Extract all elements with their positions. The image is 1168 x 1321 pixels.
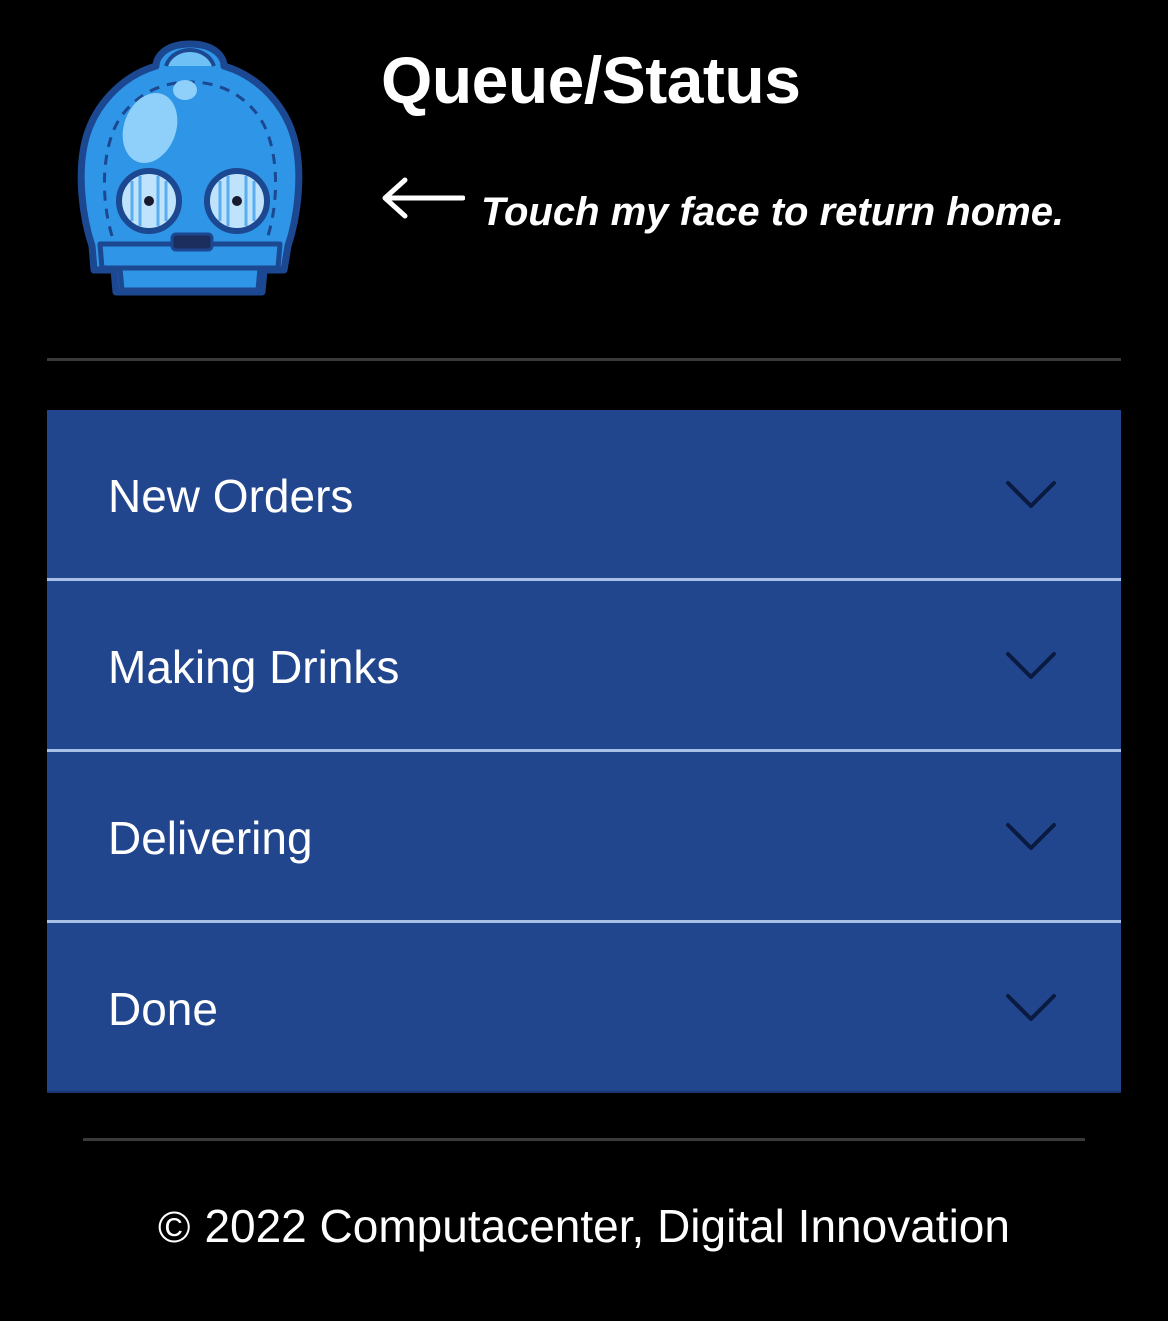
section-making-drinks[interactable]: Making Drinks xyxy=(47,581,1121,752)
home-hint: Touch my face to return home. xyxy=(381,170,1141,234)
chevron-down-icon[interactable] xyxy=(1005,478,1057,512)
home-button[interactable] xyxy=(72,36,308,302)
queue-accordion: New Orders Making Drinks Delivering Done xyxy=(47,410,1121,1093)
chevron-down-icon[interactable] xyxy=(1005,649,1057,683)
section-done[interactable]: Done xyxy=(47,923,1121,1093)
section-label: Making Drinks xyxy=(108,641,400,693)
copyright-symbol: © xyxy=(158,1203,191,1252)
page-header: Queue/Status Touch my face to return hom… xyxy=(0,0,1168,360)
robot-face-icon[interactable] xyxy=(72,36,308,302)
footer-text: 2022 Computacenter, Digital Innovation xyxy=(204,1200,1010,1252)
footer: © 2022 Computacenter, Digital Innovation xyxy=(0,1196,1168,1258)
chevron-down-icon[interactable] xyxy=(1005,991,1057,1025)
page-title: Queue/Status xyxy=(381,43,801,117)
left-arrow-icon xyxy=(382,177,465,219)
section-label: Delivering xyxy=(108,812,313,864)
section-delivering[interactable]: Delivering xyxy=(47,752,1121,923)
header-divider xyxy=(47,358,1121,361)
chevron-down-icon[interactable] xyxy=(1005,820,1057,854)
section-label: Done xyxy=(108,983,218,1035)
hint-text: Touch my face to return home. xyxy=(481,190,1065,234)
footer-divider xyxy=(83,1138,1085,1141)
section-new-orders[interactable]: New Orders xyxy=(47,410,1121,581)
section-label: New Orders xyxy=(108,470,354,522)
